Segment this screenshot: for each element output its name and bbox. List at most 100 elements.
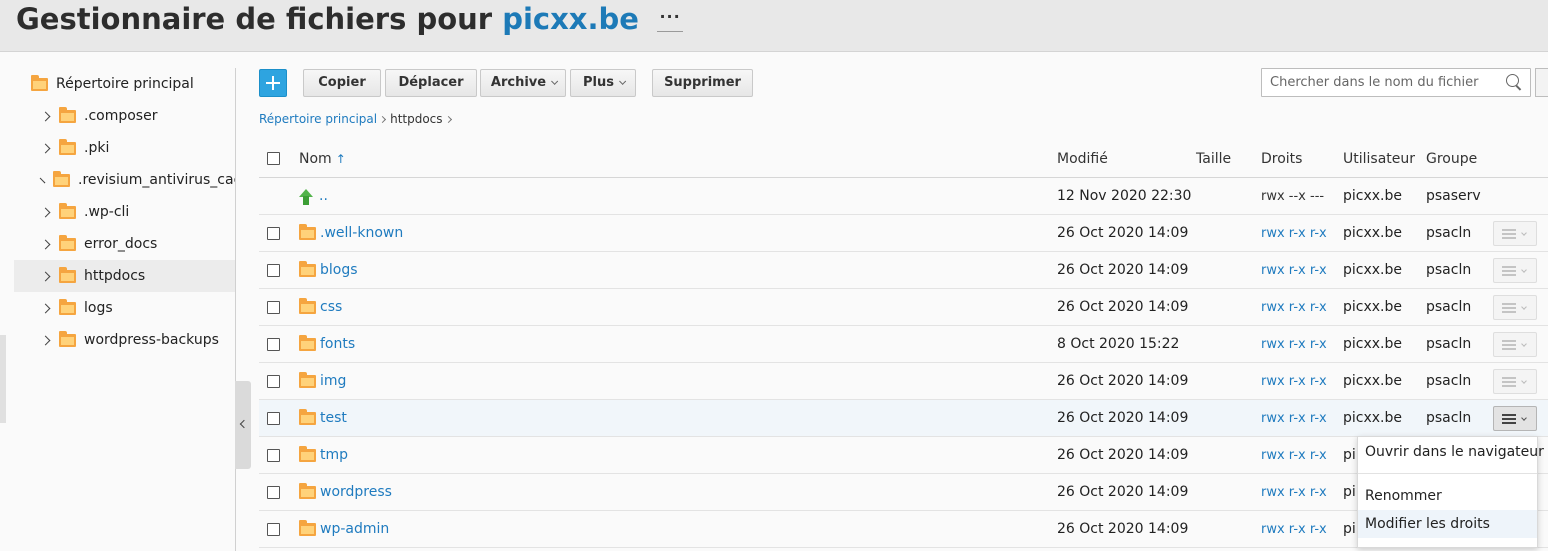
file-name-link[interactable]: tmp [299,437,348,474]
delete-button[interactable]: Supprimer [652,69,753,97]
file-name-link[interactable]: blogs [299,252,358,289]
table-row[interactable]: blogs 26 Oct 2020 14:09 rwx r-x r-x picxx.b… [259,252,1548,289]
file-name-link[interactable]: test [299,400,347,437]
file-name-link[interactable]: fonts [299,326,355,363]
group-cell: psacln [1426,225,1472,241]
column-header-rights[interactable]: Droits [1261,140,1302,178]
file-name-link[interactable]: css [299,289,342,326]
title-more-button[interactable]: ··· [657,9,684,32]
chevron-left-icon [239,419,249,429]
rights-link[interactable]: rwx r-x r-x [1261,337,1327,352]
menu-item-open-in-browser[interactable]: Ouvrir dans le navigateur [1358,438,1544,466]
collapse-sidebar-button[interactable] [235,381,251,469]
row-actions-button[interactable] [1493,295,1537,320]
rights-link[interactable]: rwx r-x r-x [1261,300,1327,315]
row-checkbox[interactable] [267,338,280,351]
row-actions-button[interactable] [1493,369,1537,394]
file-name-link[interactable]: img [299,363,346,400]
rights-link[interactable]: rwx r-x r-x [1261,263,1327,278]
rights-link[interactable]: rwx r-x r-x [1261,226,1327,241]
table-row[interactable]: test 26 Oct 2020 14:09 rwx r-x r-x picxx.be… [259,400,1548,437]
chevron-right-icon [444,115,452,124]
menu-item-change-rights[interactable]: Modifier les droits [1358,510,1537,538]
row-actions-button[interactable] [1493,258,1537,283]
more-button[interactable]: Plus [570,69,636,97]
chevron-right-icon[interactable] [40,207,51,217]
row-actions-button[interactable] [1493,221,1537,246]
chevron-right-icon[interactable] [40,143,51,153]
select-all-checkbox[interactable] [267,152,280,165]
menu-item-rename[interactable]: Renommer [1358,482,1537,510]
page-title-domain-link[interactable]: picxx.be [502,2,639,36]
file-name-label: img [320,373,347,389]
file-name-link[interactable]: wordpress [299,474,392,511]
file-table: Nom ↑ Modifié Taille Droits Utilisateur … [259,140,1548,551]
breadcrumb-root-link[interactable]: Répertoire principal [259,112,377,126]
rights-link[interactable]: rwx r-x r-x [1261,374,1327,389]
row-checkbox[interactable] [267,301,280,314]
sidebar-item-folder[interactable]: .composer [14,100,236,132]
row-checkbox[interactable] [267,412,280,425]
sidebar-item-folder[interactable]: .revisium_antivirus_cache [14,164,236,196]
table-row[interactable]: css 26 Oct 2020 14:09 rwx r-x r-x picxx.be p… [259,289,1548,326]
sidebar-item-folder[interactable]: .wp-cli [14,196,236,228]
panel-splitter[interactable] [235,68,236,551]
chevron-right-icon[interactable] [40,111,51,121]
file-name-label: .well-known [320,225,404,241]
user-cell: pi [1343,521,1356,537]
chevron-right-icon[interactable] [40,271,51,281]
table-row[interactable]: tmp 26 Oct 2020 14:09 rwx r-x r-x pi [259,437,1548,474]
sidebar-item-folder[interactable]: .pki [14,132,236,164]
user-cell: picxx.be [1343,336,1402,352]
column-header-size[interactable]: Taille [1196,140,1231,178]
chevron-right-icon[interactable] [40,303,51,313]
tree-item-root[interactable]: Répertoire principal [14,68,236,100]
archive-button[interactable]: Archive [480,69,566,97]
sidebar-item-folder[interactable]: wordpress-backups [14,324,236,356]
table-row[interactable]: .well-known 26 Oct 2020 14:09 rwx r-x r-x p… [259,215,1548,252]
table-row[interactable]: wordpress 26 Oct 2020 14:09 rwx r-x r-x pi [259,474,1548,511]
file-name-link[interactable]: .well-known [299,215,403,252]
chevron-right-icon[interactable] [40,239,51,249]
chevron-right-icon[interactable] [39,177,46,183]
user-cell: picxx.be [1343,373,1402,389]
search-input[interactable] [1262,69,1502,96]
rights-link[interactable]: rwx r-x r-x [1261,411,1327,426]
row-checkbox[interactable] [267,264,280,277]
column-header-user[interactable]: Utilisateur [1343,140,1415,178]
rights-link[interactable]: rwx r-x r-x [1261,522,1327,537]
column-header-group[interactable]: Groupe [1426,140,1477,178]
sidebar-item-folder[interactable]: httpdocs [14,260,236,292]
row-actions-button[interactable] [1493,332,1537,357]
left-edge-tab[interactable] [0,335,6,423]
row-checkbox[interactable] [267,486,280,499]
rights-link[interactable]: rwx r-x r-x [1261,448,1327,463]
modified-cell: 26 Oct 2020 14:09 [1057,410,1189,426]
search-icon[interactable] [1506,74,1522,90]
group-cell: psacln [1426,336,1472,352]
table-row[interactable]: wp-admin 26 Oct 2020 14:09 rwx r-x r-x pi [259,511,1548,548]
rights-link[interactable]: rwx r-x r-x [1261,485,1327,500]
copy-button[interactable]: Copier [303,69,381,97]
row-checkbox[interactable] [267,449,280,462]
row-actions-button[interactable] [1493,406,1537,431]
search-options-button[interactable] [1535,68,1548,97]
user-cell: pi [1343,447,1356,463]
add-button[interactable] [259,69,287,97]
move-button[interactable]: Déplacer [385,69,477,97]
file-name-link[interactable]: wp-admin [299,511,389,548]
table-row[interactable]: fonts 8 Oct 2020 15:22 rwx r-x r-x picxx.be… [259,326,1548,363]
folder-icon [59,106,76,123]
column-header-name[interactable]: Nom ↑ [299,140,346,178]
chevron-right-icon[interactable] [40,335,51,345]
row-checkbox[interactable] [267,375,280,388]
modified-cell: 26 Oct 2020 14:09 [1057,521,1189,537]
folder-icon [299,372,316,388]
row-checkbox[interactable] [267,523,280,536]
sidebar-item-folder[interactable]: logs [14,292,236,324]
row-checkbox[interactable] [267,227,280,240]
table-row[interactable]: img 26 Oct 2020 14:09 rwx r-x r-x picxx.be p… [259,363,1548,400]
sidebar-item-folder[interactable]: error_docs [14,228,236,260]
parent-dir-link[interactable]: .. [299,178,328,215]
column-header-modified[interactable]: Modifié [1057,140,1108,178]
